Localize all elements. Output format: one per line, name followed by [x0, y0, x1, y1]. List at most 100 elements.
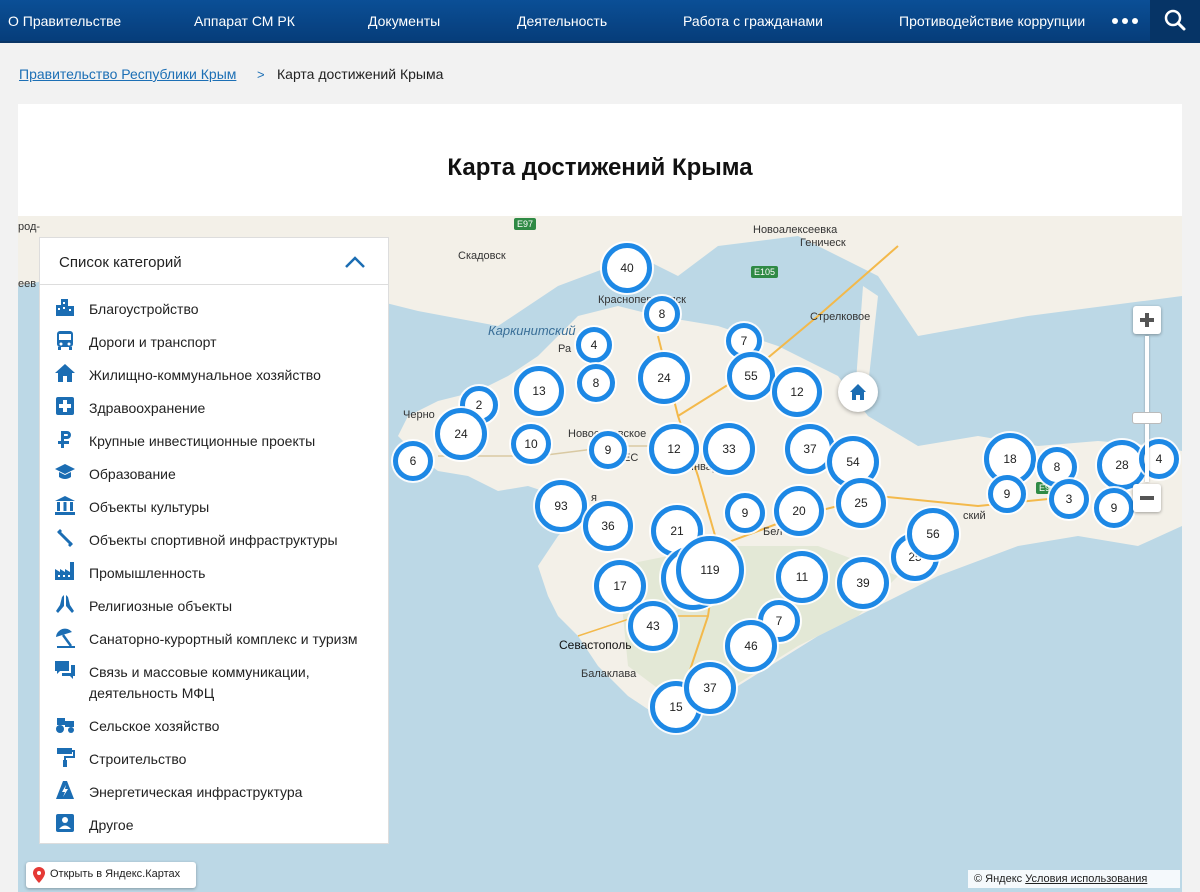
map-cluster[interactable]: 4 [576, 327, 612, 363]
map-cluster[interactable]: 39 [837, 557, 889, 609]
map-label: ский [963, 510, 986, 522]
map-label: Севастополь [559, 638, 632, 652]
page-title: Карта достижений Крыма [447, 154, 753, 181]
map-label: еев [18, 278, 37, 290]
category-item[interactable]: Санаторно-курортный комплекс и туризм [40, 626, 388, 659]
category-item[interactable]: Энергетическая инфраструктура [40, 779, 388, 812]
map-cluster[interactable]: 20 [774, 486, 824, 536]
map-cluster[interactable]: 119 [676, 536, 744, 604]
map-cluster[interactable]: 8 [644, 296, 680, 332]
map-cluster[interactable]: 40 [602, 243, 652, 293]
map-label: Бел [763, 526, 783, 538]
map-cluster[interactable]: 93 [535, 480, 587, 532]
map-copyright: © Яндекс Условия использования [968, 870, 1180, 888]
category-item[interactable]: Образование [40, 461, 388, 494]
map-cluster[interactable]: 12 [649, 424, 699, 474]
map-cluster[interactable]: 37 [684, 662, 736, 714]
zoom-slider-track[interactable] [1145, 336, 1149, 482]
map-cluster[interactable]: 12 [772, 367, 822, 417]
category-item[interactable]: Другое [40, 812, 388, 845]
bus-icon [57, 331, 73, 350]
nav-about-government[interactable]: О Правительстве [8, 0, 121, 43]
category-label: Религиозные объекты [89, 598, 233, 614]
category-label: Сельское хозяйство [89, 718, 220, 734]
home-button[interactable] [838, 372, 878, 412]
category-item[interactable]: Религиозные объекты [40, 593, 388, 626]
map-label: род- [18, 221, 41, 233]
category-item[interactable]: Сельское хозяйство [40, 713, 388, 746]
map-cluster[interactable]: 9 [589, 431, 627, 469]
map-cluster[interactable]: 9 [725, 493, 765, 533]
map-cluster[interactable]: 10 [511, 424, 551, 464]
tractor-icon [56, 718, 74, 733]
map-cluster[interactable]: 9 [1094, 488, 1134, 528]
search-button[interactable] [1150, 0, 1200, 43]
nav-apparatus[interactable]: Аппарат СМ РК [194, 0, 295, 43]
category-item[interactable]: Связь и массовые коммуникации, деятельнос… [40, 659, 388, 703]
breadcrumb-home-link[interactable]: Правительство Республики Крым [19, 66, 236, 82]
map-cluster[interactable]: 56 [907, 508, 959, 560]
map-label: Скадовск [458, 250, 506, 262]
map-pin-icon [33, 867, 45, 883]
map-label: Новоалексеевка [753, 224, 838, 236]
category-label: Другое [89, 817, 134, 833]
category-item[interactable]: Крупные инвестиционные проекты [40, 428, 388, 461]
map-cluster[interactable]: 43 [628, 601, 678, 651]
map-cluster[interactable]: 36 [583, 501, 633, 551]
zoom-out-button[interactable] [1133, 484, 1161, 512]
map-cluster[interactable]: 24 [435, 408, 487, 460]
beach-umbrella-icon [56, 628, 75, 648]
map-cluster[interactable]: 6 [393, 441, 433, 481]
category-label: Жилищно-коммунальное хозяйство [89, 367, 321, 383]
category-item[interactable]: Дороги и транспорт [40, 329, 388, 362]
map-label: Ра [558, 343, 572, 355]
nav-citizens[interactable]: Работа с гражданами [683, 0, 823, 43]
category-item[interactable]: Промышленность [40, 560, 388, 593]
map-cluster[interactable]: 11 [776, 551, 828, 603]
map-label: я [591, 492, 597, 504]
copyright-text: © Яндекс [974, 873, 1023, 885]
category-item[interactable]: Здравоохранение [40, 395, 388, 428]
ruble-icon [58, 431, 71, 448]
category-label: Образование [89, 466, 176, 482]
category-panel-header[interactable]: Список категорий [40, 238, 388, 285]
chevron-up-icon[interactable] [342, 252, 368, 272]
road-badge: E105 [751, 266, 779, 278]
museum-icon [55, 496, 75, 515]
energy-icon [56, 781, 74, 799]
category-item[interactable]: Жилищно-коммунальное хозяйство [40, 362, 388, 395]
nav-anti-corruption[interactable]: Противодействие коррупции [899, 0, 1085, 43]
terms-of-use-link[interactable]: Условия использования [1025, 873, 1147, 885]
map-cluster[interactable]: 8 [577, 364, 615, 402]
map-cluster[interactable]: 13 [514, 366, 564, 416]
zoom-slider-handle[interactable] [1132, 412, 1162, 424]
category-label: Санаторно-курортный комплекс и туризм [89, 631, 358, 647]
nav-activity[interactable]: Деятельность [517, 0, 607, 43]
category-item[interactable]: Объекты культуры [40, 494, 388, 527]
category-item[interactable]: Строительство [40, 746, 388, 779]
category-label: Здравоохранение [89, 400, 206, 416]
search-icon [1164, 9, 1186, 31]
nav-documents[interactable]: Документы [368, 0, 440, 43]
category-label: Связь и массовые коммуникации, деятельнос… [89, 664, 310, 701]
more-menu-icon[interactable] [1112, 0, 1140, 43]
map-label: Балаклава [581, 668, 637, 680]
open-in-yandex-maps-button[interactable]: Открыть в Яндекс.Картах [26, 862, 196, 888]
map-cluster[interactable]: 46 [725, 620, 777, 672]
category-item[interactable]: Объекты спортивной инфраструктуры [40, 527, 388, 560]
category-item[interactable]: Благоустройство [40, 296, 388, 329]
graduation-cap-icon [55, 464, 75, 479]
map-cluster[interactable]: 3 [1049, 479, 1089, 519]
breadcrumb-separator: > [257, 67, 265, 82]
map-cluster[interactable]: 33 [703, 423, 755, 475]
zoom-in-button[interactable] [1133, 306, 1161, 334]
category-label: Дороги и транспорт [89, 334, 217, 350]
map-cluster[interactable]: 25 [836, 478, 886, 528]
praying-hands-icon [56, 595, 74, 613]
map-cluster[interactable]: 55 [727, 352, 775, 400]
category-label: Благоустройство [89, 301, 199, 317]
map-cluster[interactable]: 24 [638, 352, 690, 404]
category-label: Энергетическая инфраструктура [89, 784, 303, 800]
map-label: Каркинитский [488, 323, 576, 338]
map-cluster[interactable]: 9 [988, 475, 1026, 513]
